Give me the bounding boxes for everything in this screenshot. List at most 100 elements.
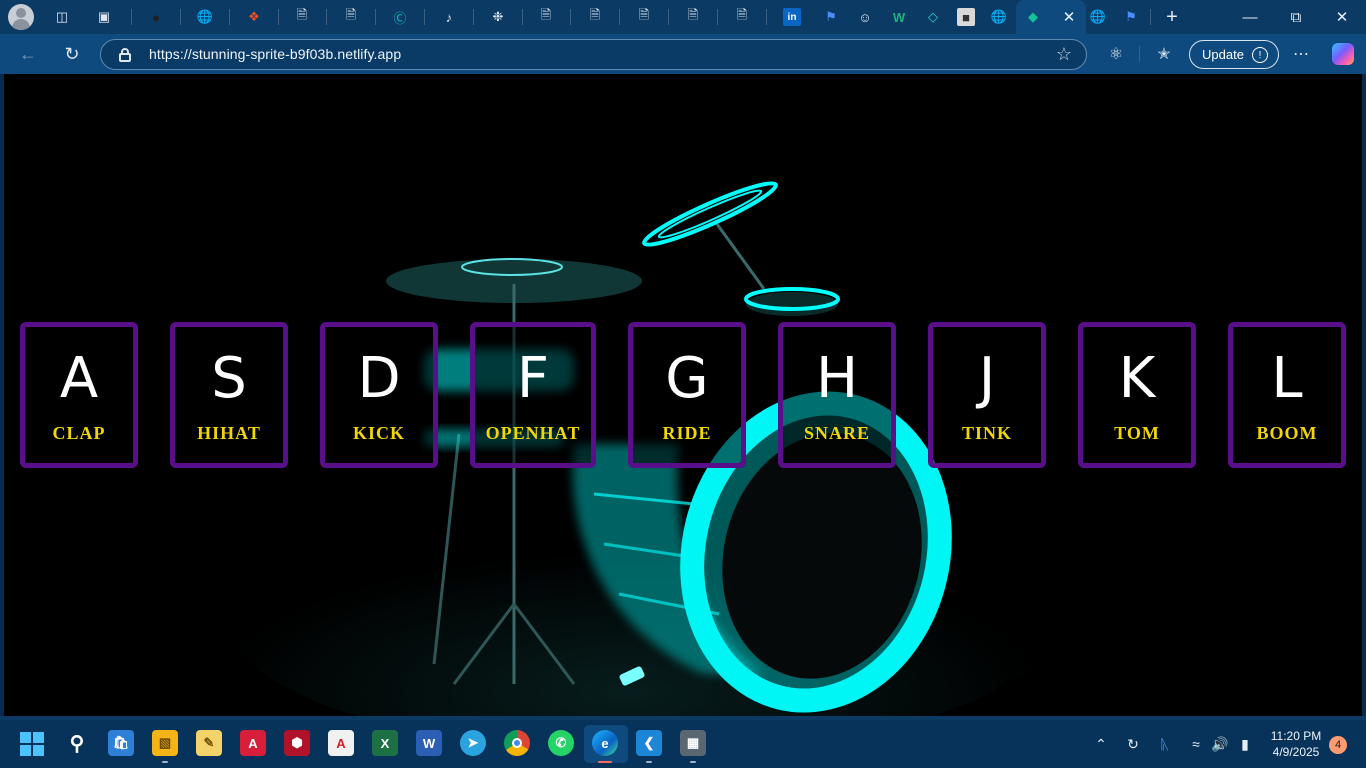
tab-separator xyxy=(424,9,425,25)
document-icon[interactable]: 🗎 xyxy=(342,7,360,26)
document-icon[interactable]: 🗎 xyxy=(635,7,653,26)
drum-key-openhat[interactable]: F OPENHAT xyxy=(470,322,596,468)
key-letter: H xyxy=(815,346,859,411)
document-icon[interactable]: 🗎 xyxy=(684,7,702,26)
url-text[interactable]: https://stunning-sprite-b9f03b.netlify.a… xyxy=(149,46,401,62)
app-icon[interactable]: ◇ xyxy=(924,8,942,26)
favorite-star-icon[interactable]: ☆ xyxy=(1056,44,1072,65)
edge-icon[interactable]: e xyxy=(592,730,618,756)
document-icon[interactable]: 🗎 xyxy=(733,7,751,26)
webflow-icon[interactable]: W xyxy=(890,8,908,26)
tab-separator xyxy=(522,9,523,25)
github-icon[interactable]: ● xyxy=(147,8,165,26)
lock-icon[interactable] xyxy=(119,48,131,62)
update-button[interactable]: Update ! xyxy=(1189,40,1279,69)
drum-key-tink[interactable]: J TINK xyxy=(928,322,1046,468)
word-icon[interactable]: W xyxy=(416,730,442,756)
refresh-button[interactable]: ↻ xyxy=(60,42,84,66)
battery-icon[interactable]: ▮ xyxy=(1235,734,1255,754)
calculator-icon[interactable]: ▦ xyxy=(680,730,706,756)
key-sound-label: HIHAT xyxy=(197,423,261,443)
key-letter: L xyxy=(1271,346,1303,411)
tab-separator xyxy=(180,9,181,25)
drum-key-snare[interactable]: H SNARE xyxy=(778,322,896,468)
globe-icon[interactable]: 🌐 xyxy=(990,8,1008,26)
microsoft-store-icon[interactable]: 🛍 xyxy=(108,730,134,756)
linkedin-icon[interactable]: in xyxy=(783,8,801,26)
tab-actions-icon[interactable]: ▣ xyxy=(95,8,113,26)
globe-icon[interactable]: 🌐 xyxy=(196,8,214,26)
drum-key-clap[interactable]: A CLAP xyxy=(20,322,138,468)
start-button[interactable] xyxy=(20,732,44,756)
active-site-icon: ◆ xyxy=(1028,9,1038,24)
restore-button[interactable]: ⧉ xyxy=(1284,6,1308,28)
document-icon[interactable]: 🗎 xyxy=(537,7,555,26)
clock-date: 4/9/2025 xyxy=(1272,745,1320,759)
drum-key-kick[interactable]: D KICK xyxy=(320,322,438,468)
clock-time: 11:20 PM xyxy=(1270,729,1322,743)
tiktok-icon[interactable]: ♪ xyxy=(440,8,458,26)
figma-icon[interactable]: ❖ xyxy=(245,8,263,26)
taskbar: ⚲ 🛍 ▧ ✎ A ⬢ A X W ➤ ✆ e ❮ ▦ ⌃ ↻ ᚣ ≈ 🔊 ▮ … xyxy=(0,720,1366,768)
drum-key-boom[interactable]: L BOOM xyxy=(1228,322,1346,468)
notification-badge[interactable]: 4 xyxy=(1329,736,1347,754)
new-tab-button[interactable]: + xyxy=(1160,6,1184,28)
search-icon[interactable]: ⚲ xyxy=(64,730,90,756)
running-indicator xyxy=(646,761,652,763)
extensions-icon[interactable]: ⚛ xyxy=(1105,43,1127,65)
drum-key-ride[interactable]: G RIDE xyxy=(628,322,746,468)
drum-key-hihat[interactable]: S HIHAT xyxy=(170,322,288,468)
minimize-button[interactable]: — xyxy=(1238,6,1262,28)
chrome-icon[interactable] xyxy=(504,730,530,756)
document-icon[interactable]: 🗎 xyxy=(293,7,311,26)
close-tab-icon[interactable]: ✕ xyxy=(1060,8,1078,26)
file-explorer-icon[interactable]: ▧ xyxy=(152,730,178,756)
tab-separator xyxy=(375,9,376,25)
tab-separator xyxy=(570,9,571,25)
workspaces-icon[interactable]: ◫ xyxy=(53,8,71,26)
document-icon[interactable]: 🗎 xyxy=(586,7,604,26)
autocad-icon[interactable]: A xyxy=(240,730,266,756)
favorites-icon[interactable]: ✭ xyxy=(1153,43,1175,65)
more-options-icon[interactable]: ⋯ xyxy=(1290,43,1312,65)
update-badge: ! xyxy=(1252,47,1268,63)
notes-icon[interactable]: ✎ xyxy=(196,730,222,756)
canva-icon[interactable]: Ⓒ xyxy=(391,8,409,26)
acrobat-icon[interactable]: A xyxy=(328,730,354,756)
tab-separator xyxy=(717,9,718,25)
anonymous-icon[interactable]: ☺ xyxy=(856,8,874,26)
running-indicator xyxy=(162,761,168,763)
drum-keys: A CLAP S HIHAT D KICK F OPENHAT G RIDE H SNARE J TINK… xyxy=(4,322,1362,468)
profile-avatar[interactable] xyxy=(8,4,34,30)
copilot-icon[interactable] xyxy=(1332,43,1354,65)
vscode-icon[interactable]: ❮ xyxy=(636,730,662,756)
tab-separator xyxy=(229,9,230,25)
wifi-icon[interactable]: ≈ xyxy=(1186,734,1206,754)
key-letter: K xyxy=(1118,346,1156,411)
running-indicator xyxy=(598,761,612,763)
close-window-button[interactable]: ✕ xyxy=(1330,6,1354,28)
bluetooth-icon[interactable]: ᚣ xyxy=(1155,734,1175,754)
excel-icon[interactable]: X xyxy=(372,730,398,756)
telegram-icon[interactable]: ➤ xyxy=(460,730,486,756)
key-sound-label: SNARE xyxy=(803,423,870,443)
key-sound-label: KICK xyxy=(352,423,405,443)
drum-key-tom[interactable]: K TOM xyxy=(1078,322,1196,468)
back-button[interactable]: ← xyxy=(16,42,40,66)
globe-icon[interactable]: 🌐 xyxy=(1089,8,1107,26)
flag-icon[interactable]: ⚑ xyxy=(1122,8,1140,26)
key-letter: A xyxy=(59,346,99,411)
3d-app-icon[interactable]: ⬢ xyxy=(284,730,310,756)
flag-icon[interactable]: ⚑ xyxy=(822,8,840,26)
sync-icon[interactable]: ↻ xyxy=(1123,734,1143,754)
key-letter: S xyxy=(211,346,247,411)
address-bar[interactable]: https://stunning-sprite-b9f03b.netlify.a… xyxy=(100,39,1087,70)
chatgpt-icon[interactable]: ❉ xyxy=(489,8,507,26)
chevron-up-icon[interactable]: ⌃ xyxy=(1091,734,1111,754)
system-clock[interactable]: 11:20 PM 4/9/2025 xyxy=(1266,728,1326,760)
profile-photo-icon[interactable]: ■ xyxy=(957,8,975,26)
whatsapp-icon[interactable]: ✆ xyxy=(548,730,574,756)
tab-separator xyxy=(766,9,767,25)
update-label: Update xyxy=(1202,47,1244,62)
volume-icon[interactable]: 🔊 xyxy=(1210,734,1230,754)
